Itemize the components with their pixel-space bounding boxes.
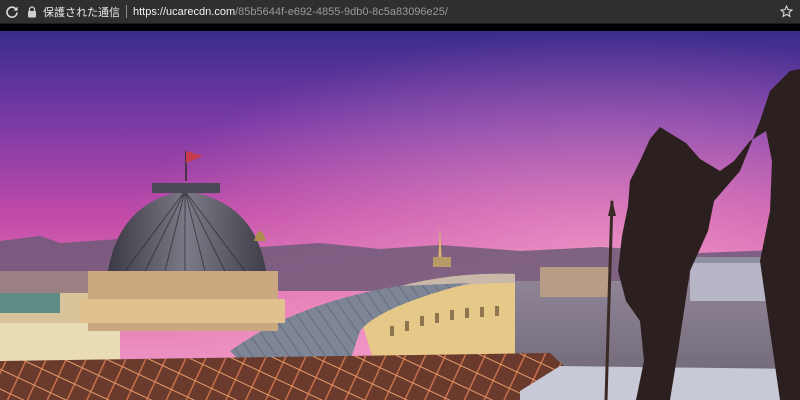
url-field[interactable]: https://ucarecdn.com/85b5644f-e692-4855-… [133, 6, 448, 18]
bookmark-button[interactable] [778, 4, 794, 20]
secure-connection-label[interactable]: 保護された通信 [43, 4, 120, 20]
reload-icon [6, 5, 18, 18]
url-host: https://ucarecdn.com [133, 5, 236, 18]
browser-address-bar: 保護された通信 https://ucarecdn.com/85b5644f-e6… [0, 0, 800, 24]
omnibox-divider [126, 5, 127, 18]
rooftop-panorama-image [0, 31, 800, 400]
lock-icon [25, 5, 39, 19]
reload-button[interactable] [2, 2, 22, 22]
url-path: /85b5644f-e692-4855-9db0-8c5a83096e25/ [235, 5, 448, 18]
star-icon [779, 5, 793, 18]
browser-viewport [0, 24, 800, 400]
